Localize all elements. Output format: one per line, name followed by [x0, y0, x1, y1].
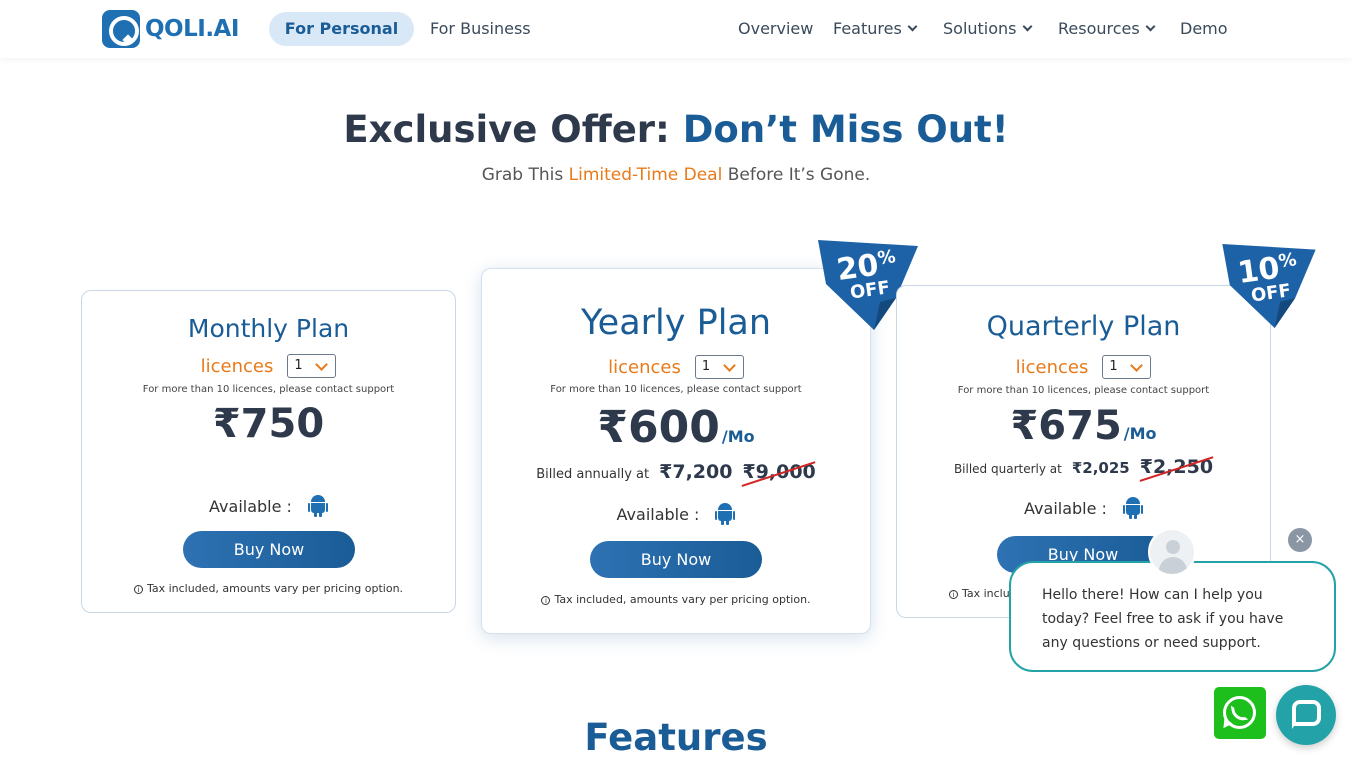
- ribbon-percent-sign: %: [1277, 249, 1298, 273]
- menu-overview[interactable]: Overview: [738, 0, 813, 58]
- price-value: ₹675: [1010, 403, 1122, 449]
- android-icon: [307, 495, 328, 517]
- android-icon: [715, 503, 736, 525]
- ribbon-percent-sign: %: [876, 246, 897, 270]
- buy-now-button[interactable]: Buy Now: [183, 531, 355, 568]
- chevron-down-icon: [1145, 21, 1156, 32]
- page-subtitle: Grab This Limited-Time Deal Before It’s …: [0, 165, 1352, 185]
- licences-select[interactable]: 1: [287, 354, 337, 378]
- chat-icon: [1292, 700, 1321, 726]
- licences-label: licences: [608, 356, 681, 378]
- billed-amount: ₹7,200: [659, 461, 733, 483]
- billed-label: Billed quarterly at: [953, 462, 1062, 476]
- close-icon: ×: [1294, 532, 1306, 547]
- availability-row: Available :: [82, 495, 455, 517]
- info-icon: i: [133, 585, 143, 594]
- plan-title: Monthly Plan: [187, 314, 350, 343]
- info-icon: i: [541, 596, 551, 605]
- menu-demo-label: Demo: [1180, 19, 1228, 38]
- price-value: ₹750: [212, 401, 325, 447]
- yearly-plan-card: Yearly Plan licences 1 For more than 10 …: [481, 268, 871, 634]
- licences-row: licences 1: [482, 355, 870, 379]
- tax-note-text: Tax included, amounts vary per pricing o…: [146, 582, 404, 595]
- available-label: Available :: [209, 496, 292, 516]
- price-per: /Mo: [1123, 424, 1157, 443]
- features-heading: Features: [584, 716, 768, 759]
- menu-solutions-label: Solutions: [943, 19, 1017, 38]
- subtitle-before: Grab This: [481, 165, 569, 185]
- billed-original-price: ₹9,000: [742, 461, 816, 483]
- for-business-tab[interactable]: For Business: [430, 12, 531, 46]
- for-personal-tab[interactable]: For Personal: [269, 12, 414, 46]
- available-label: Available :: [1024, 498, 1107, 518]
- menu-resources[interactable]: Resources: [1058, 0, 1156, 58]
- chevron-down-icon: [907, 21, 918, 32]
- licences-select[interactable]: 1: [1102, 355, 1152, 379]
- availability-row: Available :: [897, 497, 1270, 519]
- android-icon: [1122, 497, 1143, 519]
- available-label: Available :: [616, 504, 700, 524]
- plan-price: ₹675/Mo: [897, 403, 1270, 449]
- discount-ribbon: 10% OFF: [1222, 244, 1316, 328]
- menu-demo[interactable]: Demo: [1180, 0, 1228, 58]
- licences-row: licences 1: [897, 355, 1270, 379]
- contact-note: For more than 10 licences, please contac…: [957, 385, 1210, 396]
- licences-value: 1: [1109, 359, 1118, 374]
- top-nav: QOLI.AI For Personal For Business Overvi…: [0, 0, 1352, 58]
- chat-launcher-button[interactable]: [1276, 685, 1336, 745]
- tax-note: iTax included, amounts vary per pricing …: [482, 593, 870, 606]
- info-icon: i: [948, 590, 958, 599]
- licences-row: licences 1: [82, 354, 455, 378]
- menu-features-label: Features: [833, 19, 902, 38]
- logo-text: QOLI.AI: [145, 16, 239, 42]
- title-highlight: Don’t Miss Out!: [682, 108, 1009, 151]
- tax-note: iTax included, amounts vary per pricing …: [82, 582, 455, 595]
- contact-note: For more than 10 licences, please contac…: [142, 384, 395, 395]
- licences-select[interactable]: 1: [694, 355, 744, 379]
- user-avatar-icon: [1148, 528, 1196, 576]
- billed-row: Billed annually at ₹7,200 ₹9,000: [482, 461, 870, 483]
- plan-title: Quarterly Plan: [986, 311, 1181, 342]
- page-title: Exclusive Offer: Don’t Miss Out!: [0, 108, 1352, 151]
- menu-solutions[interactable]: Solutions: [943, 0, 1032, 58]
- subtitle-highlight: Limited-Time Deal: [568, 165, 723, 185]
- menu-features[interactable]: Features: [833, 0, 918, 58]
- buy-now-button[interactable]: Buy Now: [590, 541, 762, 578]
- billed-original-price: ₹2,250: [1139, 456, 1214, 478]
- plan-price: ₹750: [82, 401, 455, 447]
- licences-value: 1: [294, 358, 303, 373]
- subtitle-after: Before It’s Gone.: [722, 165, 871, 185]
- menu-overview-label: Overview: [738, 19, 814, 38]
- licences-label: licences: [200, 355, 274, 377]
- title-plain: Exclusive Offer:: [343, 108, 683, 151]
- billed-row: Billed quarterly at ₹2,025 ₹2,250: [897, 456, 1270, 478]
- availability-row: Available :: [482, 503, 870, 525]
- chevron-down-icon: [1022, 21, 1032, 32]
- billed-label: Billed annually at: [536, 467, 650, 482]
- tax-note-text: Tax included, amounts vary per pricing o…: [554, 593, 811, 606]
- price-value: ₹600: [597, 402, 720, 453]
- licences-value: 1: [701, 359, 711, 374]
- whatsapp-icon[interactable]: [1214, 687, 1266, 739]
- plan-price: ₹600/Mo: [482, 402, 870, 453]
- chat-greeting-bubble[interactable]: Hello there! How can I help you today? F…: [1009, 561, 1336, 672]
- monthly-plan-card: Monthly Plan licences 1 For more than 10…: [81, 290, 456, 613]
- logo[interactable]: QOLI.AI: [102, 10, 239, 48]
- plan-title: Yearly Plan: [580, 303, 772, 343]
- contact-note: For more than 10 licences, please contac…: [550, 384, 802, 395]
- chat-message: Hello there! How can I help you today? F…: [1042, 587, 1284, 651]
- billed-amount: ₹2,025: [1071, 459, 1130, 477]
- chat-close-button[interactable]: ×: [1288, 528, 1312, 552]
- menu-resources-label: Resources: [1058, 19, 1140, 38]
- qoli-logo-icon: [102, 10, 140, 48]
- licences-label: licences: [1015, 356, 1089, 378]
- price-per: /Mo: [721, 427, 755, 446]
